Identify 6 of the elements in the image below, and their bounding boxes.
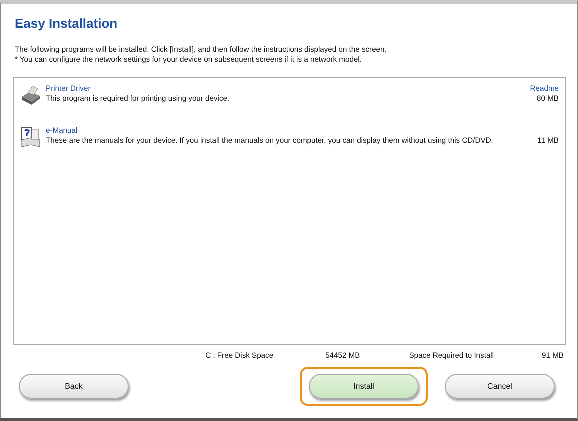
dialog-button[interactable]: Cancel: [445, 374, 555, 399]
printer-icon: [20, 84, 42, 106]
help-book-icon: [20, 126, 42, 148]
window-title: Easy Installation: [15, 16, 119, 31]
dialog-button[interactable]: Install: [309, 374, 419, 399]
dialog-button[interactable]: Back: [19, 374, 129, 399]
